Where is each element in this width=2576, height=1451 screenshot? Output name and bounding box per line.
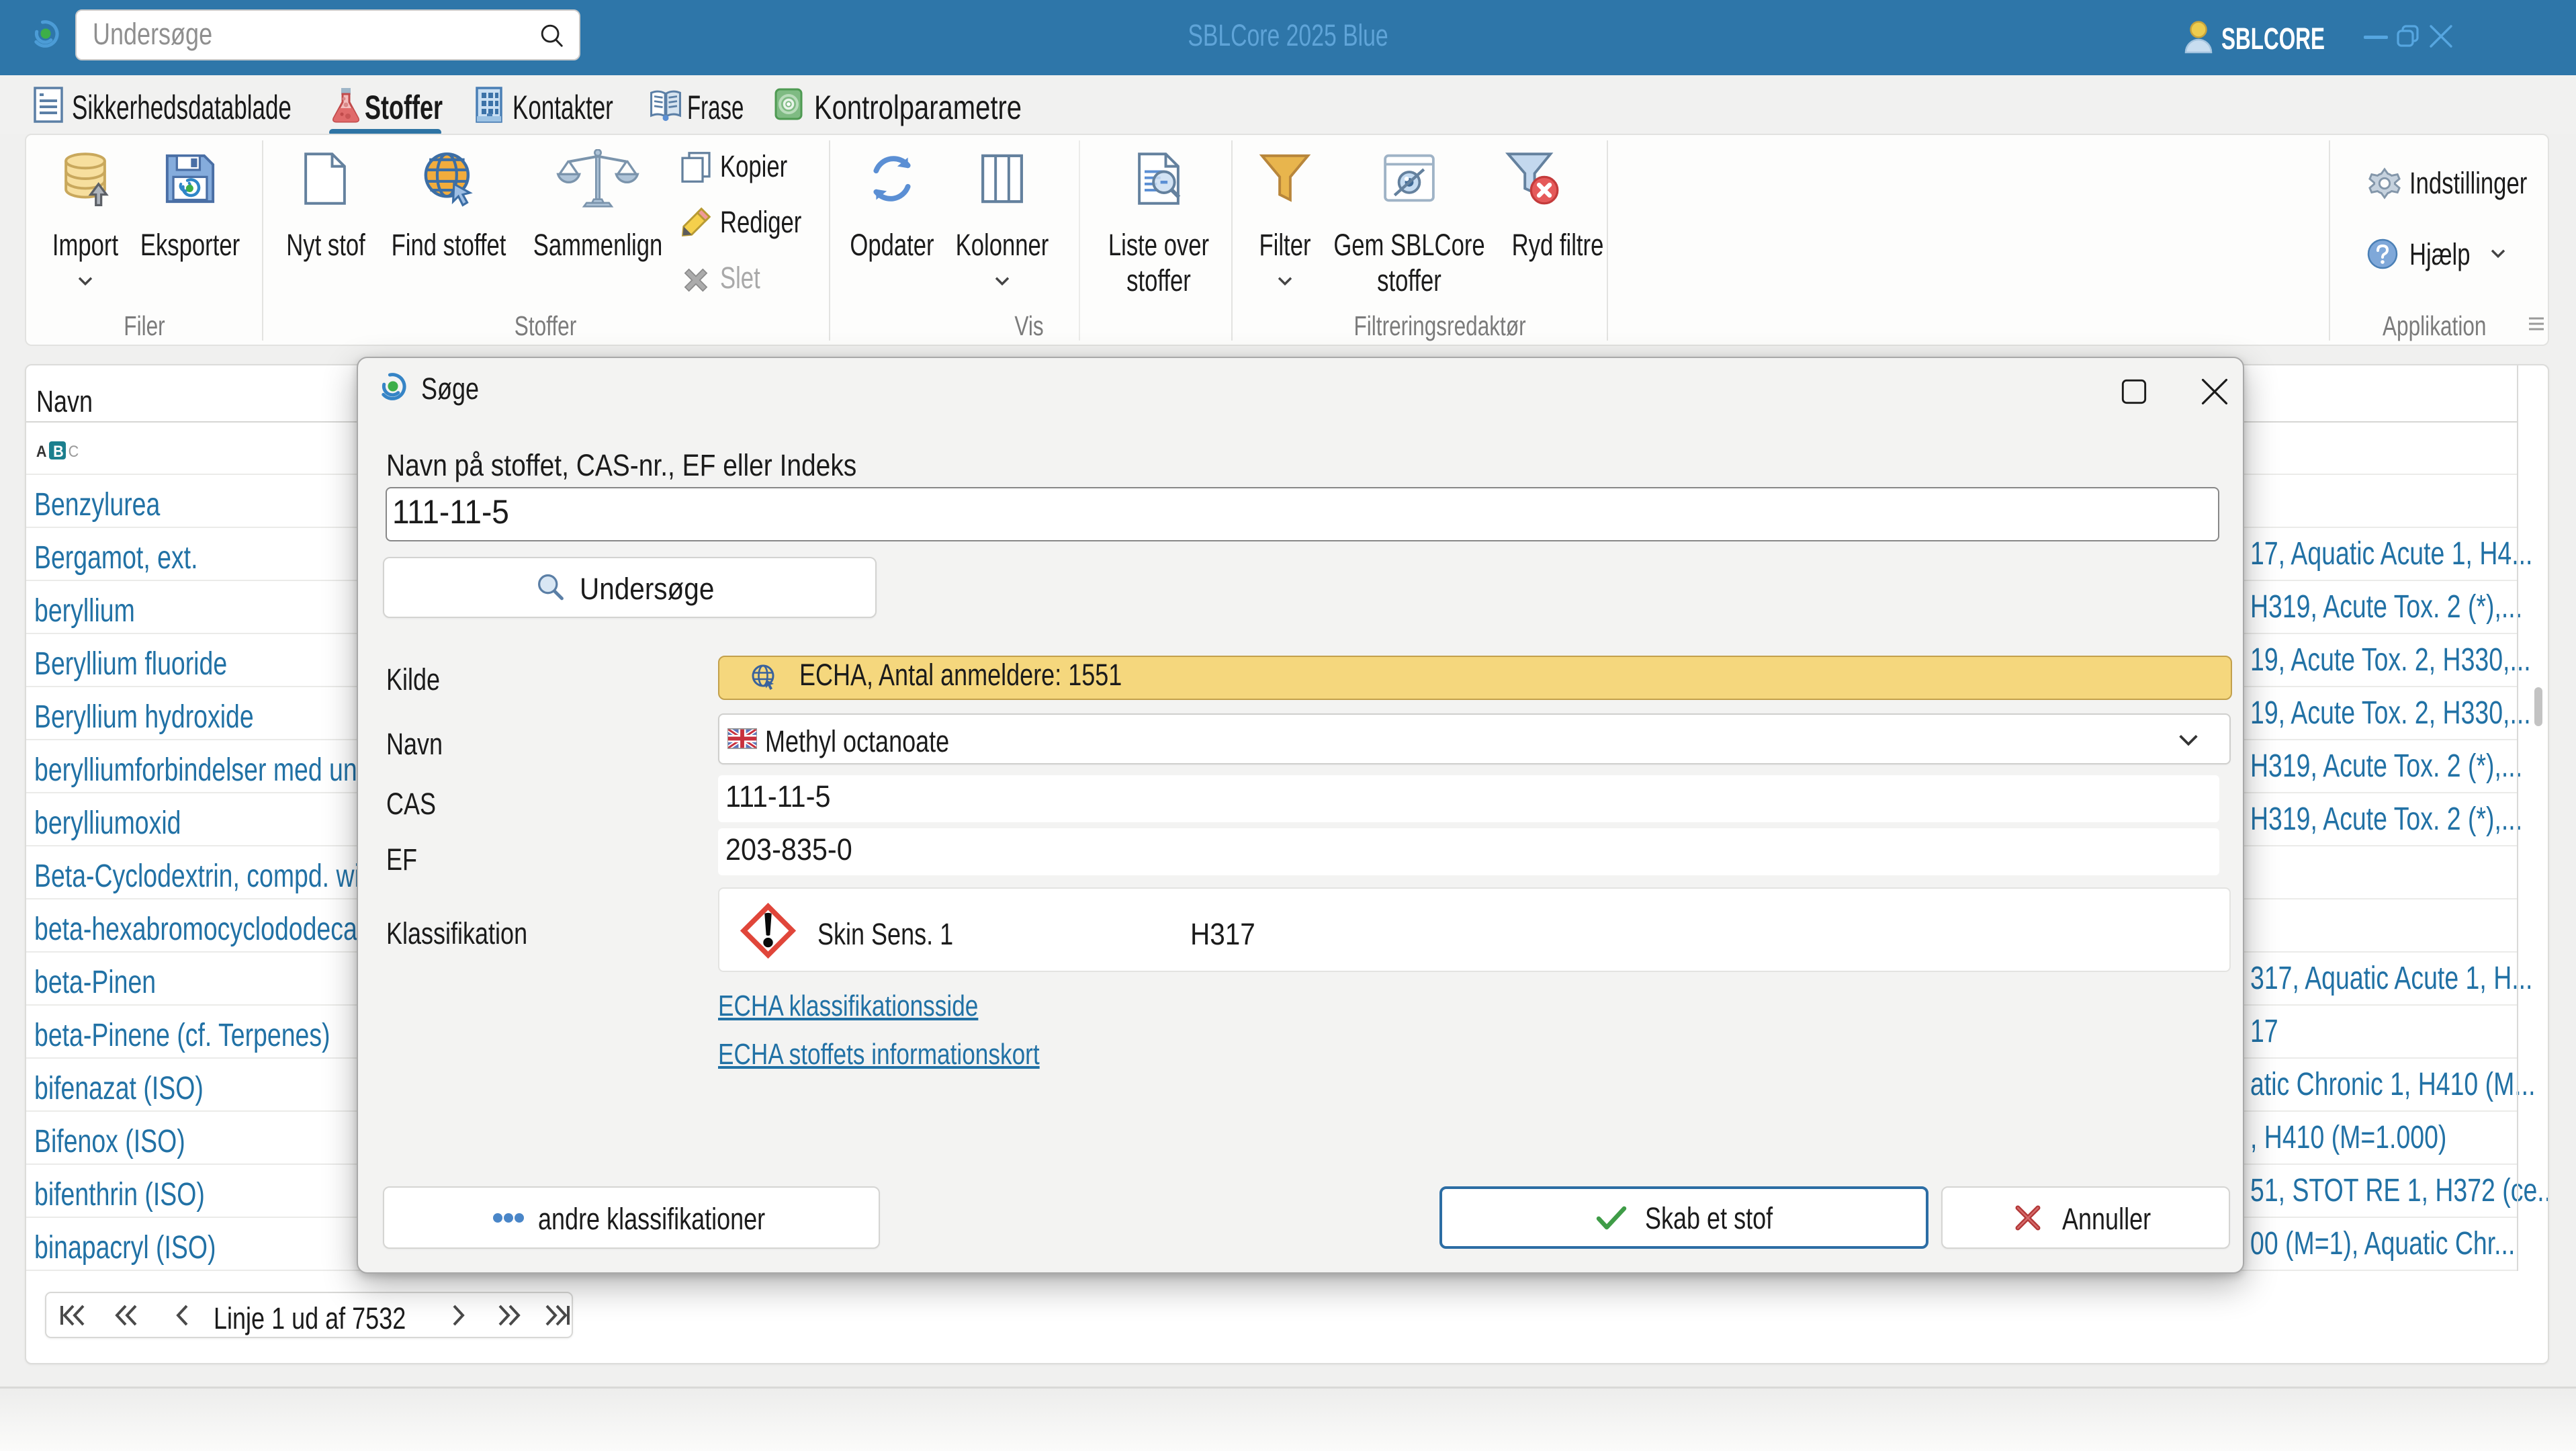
svg-text:A: A <box>36 442 47 460</box>
svg-text:C: C <box>69 442 79 460</box>
svg-text:B: B <box>53 442 64 460</box>
